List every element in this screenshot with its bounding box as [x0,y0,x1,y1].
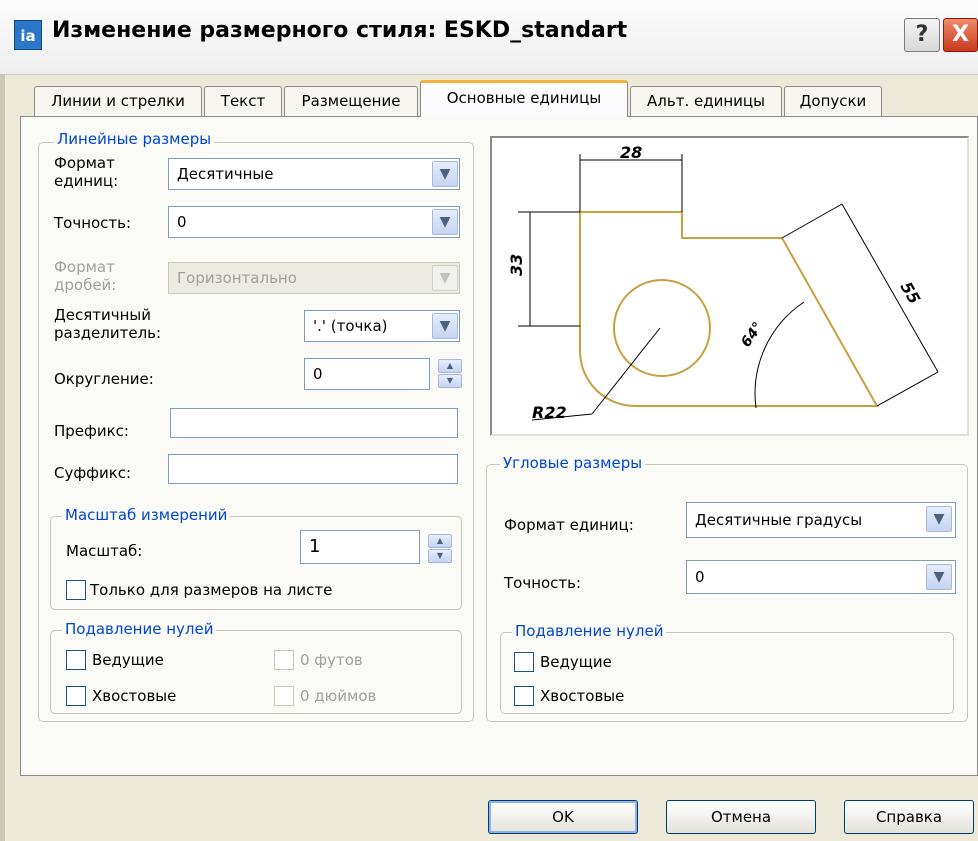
feet-checkbox[interactable] [274,650,294,670]
fraction-format-select[interactable]: Горизонтально [168,262,460,294]
cancel-button[interactable]: Отмена [666,800,816,834]
angular-trailing-checkbox[interactable] [514,686,534,706]
scale-spin-down-icon[interactable]: ▼ [428,549,452,563]
angular-leading-label: Ведущие [540,653,612,671]
suffix-input[interactable] [168,454,458,484]
layout-only-checkbox[interactable] [66,580,86,600]
measurement-scale-legend: Масштаб измерений [62,506,231,524]
angular-unit-format-dropdown-icon[interactable]: ▼ [926,506,952,532]
unit-format-label: Формат единиц: [54,154,119,190]
window-border [0,74,5,841]
round-off-spin-up-icon[interactable]: ▲ [438,359,462,373]
linear-trailing-label: Хвостовые [92,687,177,705]
prefix-input[interactable] [170,408,458,438]
layout-only-label: Только для размеров на листе [90,581,333,599]
dim-right-ext-bottom [876,371,939,407]
precision-label: Точность: [54,214,132,232]
inches-checkbox[interactable] [274,686,294,706]
prefix-label: Префикс: [54,422,129,440]
title-bar: ia Изменение размерного стиля: ESKD_stan… [0,0,978,75]
precision-dropdown-icon[interactable]: ▼ [432,209,458,235]
tab-lines-arrows[interactable]: Линии и стрелки [34,86,202,116]
scale-spin-up-icon[interactable]: ▲ [428,534,452,548]
angular-precision-dropdown-icon[interactable]: ▼ [926,564,952,590]
dimension-preview: 28 33 55 64° R22 [490,136,969,436]
round-off-spin-down-icon[interactable]: ▼ [438,374,462,388]
scale-label: Масштаб: [66,542,143,560]
tab-primary-units[interactable]: Основные единицы [420,80,628,117]
ok-button[interactable]: OK [488,800,638,834]
precision-select[interactable]: 0 [168,206,460,238]
angular-leading-checkbox[interactable] [514,652,534,672]
linear-zero-suppression-legend: Подавление нулей [62,620,217,638]
window-title: Изменение размерного стиля: ESKD_standar… [52,18,628,43]
angular-unit-format-select[interactable]: Десятичные градусы [686,502,956,538]
angular-dimensions-legend: Угловые размеры [500,454,646,472]
tab-fit[interactable]: Размещение [284,86,418,116]
tab-text[interactable]: Текст [204,86,282,116]
decimal-separator-label: Десятичный разделитель: [54,306,162,342]
decimal-separator-dropdown-icon[interactable]: ▼ [432,313,458,339]
linear-dimensions-legend: Линейные размеры [54,130,215,148]
feet-label: 0 футов [300,651,363,669]
angular-zero-suppression-legend: Подавление нулей [512,622,667,640]
linear-leading-label: Ведущие [92,651,164,669]
part-outline [579,211,879,408]
angular-unit-format-label: Формат единиц: [504,516,634,534]
inches-label: 0 дюймов [300,687,377,705]
dim-left-label: 33 [507,254,526,276]
close-button[interactable]: X [943,18,978,52]
angular-precision-label: Точность: [504,574,582,592]
linear-leading-checkbox[interactable] [66,650,86,670]
fraction-format-label: Формат дробей: [54,258,117,294]
preview-drawing: 28 33 55 64° R22 [507,143,939,422]
tab-alternate-units[interactable]: Альт. единицы [630,86,782,116]
dim-radius-leader [591,327,661,415]
suffix-label: Суффикс: [54,464,132,482]
dim-right-line [841,203,939,373]
help-button[interactable]: Справка [844,800,974,834]
dim-top-label: 28 [620,143,642,162]
dim-angle-label: 64° [738,319,766,350]
unit-format-select[interactable]: Десятичные [168,158,460,190]
help-title-button[interactable]: ? [904,18,940,52]
round-off-label: Округление: [54,370,154,388]
dim-right-label: 55 [897,279,925,308]
unit-format-dropdown-icon[interactable]: ▼ [432,161,458,187]
scale-input[interactable]: 1 [300,530,420,564]
round-off-input[interactable]: 0 [304,358,430,390]
dim-right-ext-top [781,203,843,239]
angular-precision-select[interactable]: 0 [686,560,956,594]
app-icon: ia [14,20,42,50]
fraction-format-dropdown-icon: ▼ [432,265,458,291]
linear-trailing-checkbox[interactable] [66,686,86,706]
dim-angle-arc [754,301,805,409]
tab-tolerances[interactable]: Допуски [784,86,882,116]
dim-radius-label: R22 [532,403,567,422]
part-hole [613,279,711,377]
angular-trailing-label: Хвостовые [540,687,625,705]
